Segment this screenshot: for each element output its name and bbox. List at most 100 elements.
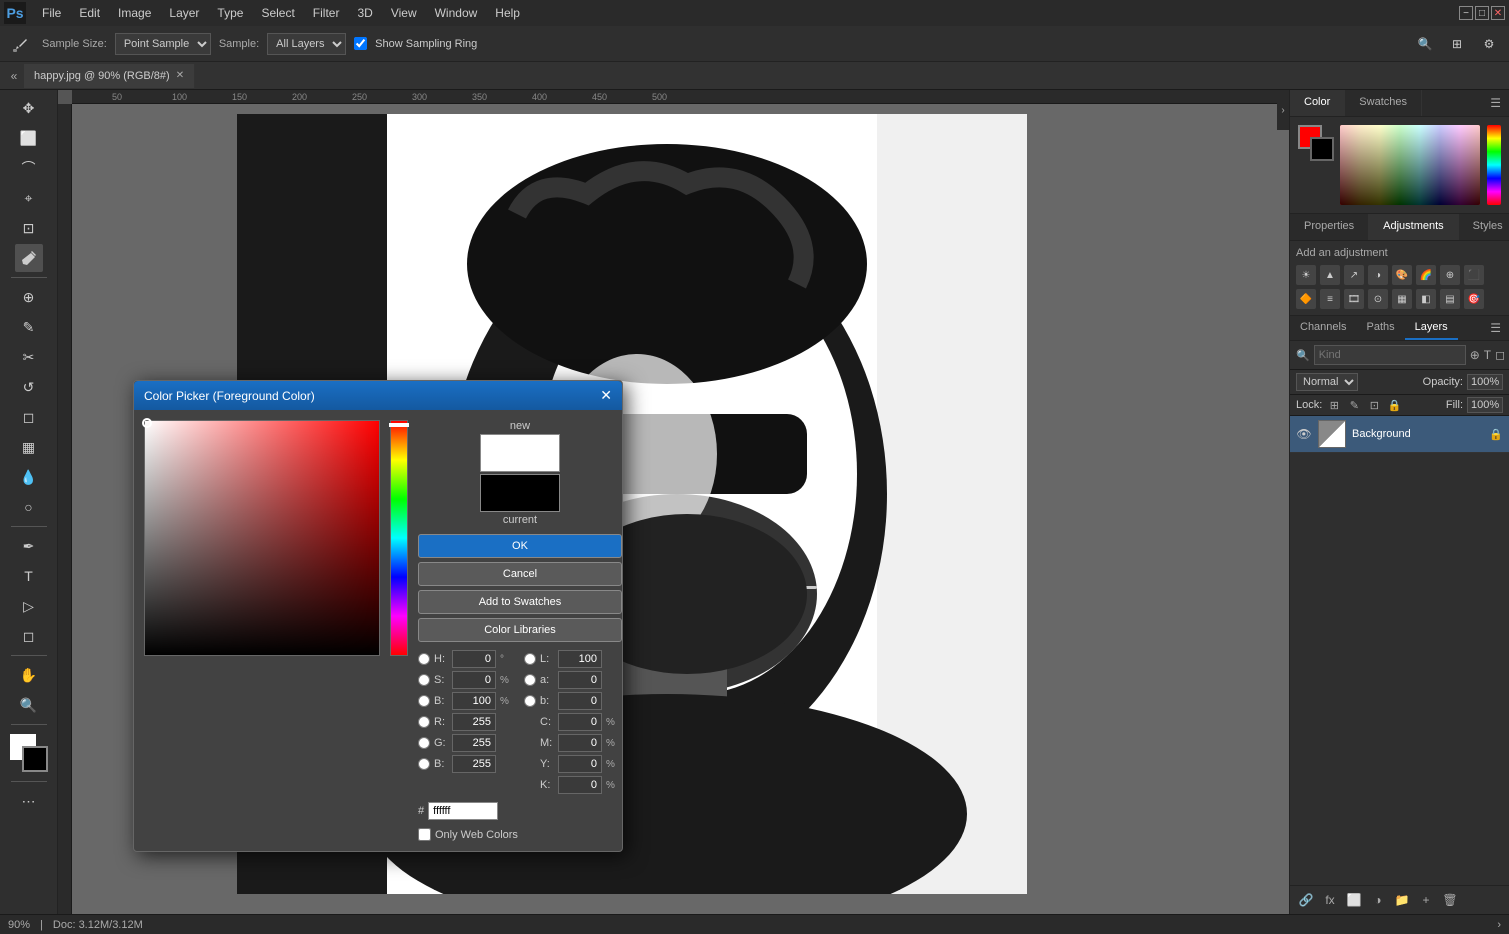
- hue-saturation-icon[interactable]: 🌈: [1416, 265, 1436, 285]
- menu-help[interactable]: Help: [487, 4, 528, 22]
- menu-image[interactable]: Image: [110, 4, 159, 22]
- foreground-background-colors[interactable]: [10, 734, 48, 772]
- red-value[interactable]: [452, 713, 496, 731]
- dialog-close-button[interactable]: ✕: [600, 387, 612, 404]
- curves-icon[interactable]: ↗: [1344, 265, 1364, 285]
- photo-filter-icon[interactable]: 🔶: [1296, 289, 1316, 309]
- zoom-tool[interactable]: 🔍: [15, 691, 43, 719]
- lock-pixels-icon[interactable]: ⊞: [1326, 397, 1342, 413]
- background-layer-row[interactable]: 👁 Background 🔒: [1290, 416, 1509, 453]
- more-tools[interactable]: ⋯: [15, 787, 43, 815]
- gradient-tool[interactable]: ▦: [15, 433, 43, 461]
- menu-window[interactable]: Window: [427, 4, 486, 22]
- opacity-value[interactable]: [1467, 374, 1503, 390]
- layer-visibility-icon[interactable]: 👁: [1296, 426, 1312, 442]
- hue-strip[interactable]: [1487, 125, 1501, 205]
- b3-value[interactable]: [558, 692, 602, 710]
- saturation-radio[interactable]: [418, 674, 430, 686]
- a-radio[interactable]: [524, 674, 536, 686]
- layer-fx-icon[interactable]: fx: [1320, 890, 1340, 910]
- properties-tab[interactable]: Properties: [1290, 214, 1369, 240]
- vibrance-icon[interactable]: 🎨: [1392, 265, 1412, 285]
- paths-tab[interactable]: Paths: [1356, 316, 1404, 340]
- layer-adjustment-icon[interactable]: ◑: [1368, 890, 1388, 910]
- green-radio[interactable]: [418, 737, 430, 749]
- red-radio[interactable]: [418, 716, 430, 728]
- b3-radio[interactable]: [524, 695, 536, 707]
- document-tab[interactable]: happy.jpg @ 90% (RGB/8#) ✕: [24, 64, 195, 88]
- channels-tab[interactable]: Channels: [1290, 316, 1356, 340]
- saturation-value[interactable]: [452, 671, 496, 689]
- gradient-map-icon[interactable]: ▤: [1440, 289, 1460, 309]
- blur-tool[interactable]: 💧: [15, 463, 43, 491]
- m-value[interactable]: [558, 734, 602, 752]
- eyedropper-tool[interactable]: [15, 244, 43, 272]
- invert-icon[interactable]: ⊙: [1368, 289, 1388, 309]
- green-value[interactable]: [452, 734, 496, 752]
- posterize-icon[interactable]: ▦: [1392, 289, 1412, 309]
- hue-value[interactable]: [452, 650, 496, 668]
- move-tool[interactable]: ✥: [15, 94, 43, 122]
- menu-edit[interactable]: Edit: [71, 4, 108, 22]
- y-value[interactable]: [558, 755, 602, 773]
- exposure-icon[interactable]: ◑: [1368, 265, 1388, 285]
- color-gradient-picker[interactable]: [144, 420, 380, 656]
- hue-slider[interactable]: [390, 420, 408, 656]
- layers-panel-menu[interactable]: ☰: [1482, 316, 1509, 340]
- brightness-radio[interactable]: [418, 695, 430, 707]
- brush-tool[interactable]: ✎: [15, 313, 43, 341]
- lock-artboard-icon[interactable]: ⊡: [1366, 397, 1382, 413]
- blue-value[interactable]: [452, 755, 496, 773]
- adjustments-tab[interactable]: Adjustments: [1369, 214, 1459, 240]
- layer-link-icon[interactable]: 🔗: [1296, 890, 1316, 910]
- settings-icon[interactable]: ⚙: [1475, 30, 1503, 58]
- layers-filter-btn-3[interactable]: ◻: [1495, 345, 1505, 365]
- sample-size-select[interactable]: Point Sample: [115, 33, 211, 55]
- l-value[interactable]: [558, 650, 602, 668]
- dodge-tool[interactable]: ○: [15, 493, 43, 521]
- background-mini[interactable]: [1310, 137, 1334, 161]
- layers-filter-btn-2[interactable]: T: [1484, 345, 1491, 365]
- layers-filter-btn-1[interactable]: ⊕: [1470, 345, 1480, 365]
- path-selection-tool[interactable]: ▷: [15, 592, 43, 620]
- marquee-tool[interactable]: ⬜: [15, 124, 43, 152]
- canvas-nav-arrow[interactable]: ›: [1497, 919, 1501, 931]
- ok-button[interactable]: OK: [418, 534, 622, 558]
- color-panel-gradient[interactable]: [1340, 125, 1480, 205]
- clone-stamp-tool[interactable]: ✂: [15, 343, 43, 371]
- menu-view[interactable]: View: [383, 4, 425, 22]
- levels-icon[interactable]: ▲: [1320, 265, 1340, 285]
- view-icon[interactable]: ⊞: [1443, 30, 1471, 58]
- healing-brush-tool[interactable]: ⊕: [15, 283, 43, 311]
- selective-color-icon[interactable]: 🎯: [1464, 289, 1484, 309]
- color-panel-tab[interactable]: Color: [1290, 90, 1345, 116]
- hue-radio[interactable]: [418, 653, 430, 665]
- blue-radio[interactable]: [418, 758, 430, 770]
- layer-folder-icon[interactable]: 📁: [1392, 890, 1412, 910]
- canvas-area[interactable]: 50100150200250300350400450500: [58, 90, 1289, 914]
- add-to-swatches-button[interactable]: Add to Swatches: [418, 590, 622, 614]
- black-white-icon[interactable]: ⬛: [1464, 265, 1484, 285]
- hex-value[interactable]: [428, 802, 498, 820]
- collapse-icon[interactable]: «: [4, 66, 24, 86]
- crop-tool[interactable]: ⊡: [15, 214, 43, 242]
- c-value[interactable]: [558, 713, 602, 731]
- menu-3d[interactable]: 3D: [349, 4, 380, 22]
- lasso-tool[interactable]: ⌒: [15, 154, 43, 182]
- swatches-panel-tab[interactable]: Swatches: [1345, 90, 1422, 116]
- brightness-value[interactable]: [452, 692, 496, 710]
- show-sampling-ring-label[interactable]: Show Sampling Ring: [354, 37, 477, 50]
- sample-select[interactable]: All Layers: [267, 33, 346, 55]
- pen-tool[interactable]: ✒: [15, 532, 43, 560]
- l-radio[interactable]: [524, 653, 536, 665]
- tab-close-icon[interactable]: ✕: [176, 70, 184, 81]
- brightness-contrast-icon[interactable]: ☀: [1296, 265, 1316, 285]
- fill-value[interactable]: [1467, 397, 1503, 413]
- layers-kind-input[interactable]: [1314, 345, 1466, 365]
- k-value[interactable]: [558, 776, 602, 794]
- menu-select[interactable]: Select: [253, 4, 302, 22]
- menu-type[interactable]: Type: [209, 4, 251, 22]
- search-icon[interactable]: 🔍: [1411, 30, 1439, 58]
- blend-mode-select[interactable]: Normal: [1296, 373, 1358, 391]
- color-lookup-icon[interactable]: 🎞: [1344, 289, 1364, 309]
